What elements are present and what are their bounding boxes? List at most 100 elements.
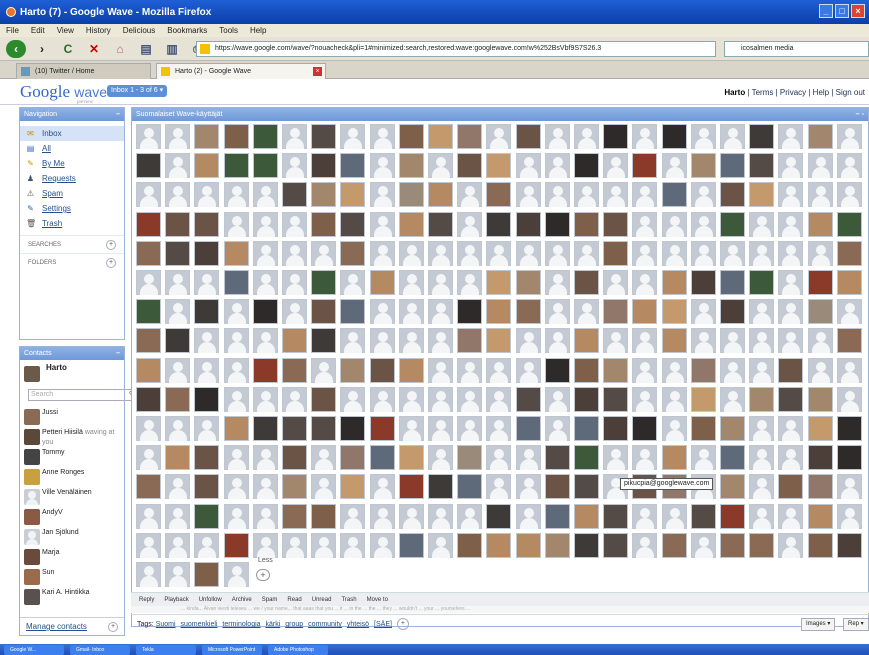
participant-avatar[interactable] <box>778 358 803 383</box>
reply-button[interactable]: Reply <box>139 593 154 606</box>
participant-avatar[interactable] <box>486 533 511 558</box>
participant-avatar[interactable] <box>253 270 278 295</box>
participant-avatar[interactable] <box>282 241 307 266</box>
participant-avatar[interactable] <box>136 474 161 499</box>
participant-avatar[interactable] <box>224 358 249 383</box>
account-links[interactable]: | Terms | Privacy | Help | Sign out <box>747 88 865 97</box>
participant-avatar[interactable] <box>837 241 862 266</box>
participant-avatar[interactable] <box>516 504 541 529</box>
nav-item-requests[interactable]: ♟ Requests <box>20 171 124 186</box>
participant-avatar[interactable] <box>486 504 511 529</box>
participant-avatar[interactable] <box>457 124 482 149</box>
participant-avatar[interactable] <box>224 153 249 178</box>
participant-avatar[interactable] <box>808 533 833 558</box>
participant-avatar[interactable] <box>311 270 336 295</box>
participant-avatar[interactable] <box>778 474 803 499</box>
participant-avatar[interactable] <box>778 212 803 237</box>
participant-avatar[interactable] <box>311 299 336 324</box>
participant-avatar[interactable] <box>545 241 570 266</box>
tag-link[interactable]: yhteisö <box>347 621 369 628</box>
participant-avatar[interactable] <box>428 182 453 207</box>
participant-avatar[interactable] <box>837 153 862 178</box>
participant-avatar[interactable] <box>837 299 862 324</box>
participant-avatar[interactable] <box>691 358 716 383</box>
participant-avatar[interactable] <box>399 182 424 207</box>
contact-item[interactable]: Ville Venäläinen <box>20 487 124 507</box>
inbox-count-pill[interactable]: Inbox 1 - 3 of 6 ▾ <box>107 85 168 97</box>
participant-avatar[interactable] <box>253 416 278 441</box>
participant-avatar[interactable] <box>165 241 190 266</box>
participant-avatar[interactable] <box>603 328 628 353</box>
participant-avatar[interactable] <box>720 358 745 383</box>
participant-avatar[interactable] <box>574 299 599 324</box>
participant-avatar[interactable] <box>662 153 687 178</box>
contact-item[interactable]: Kari A. Hintikka <box>20 587 124 607</box>
participant-avatar[interactable] <box>808 328 833 353</box>
participant-avatar[interactable] <box>837 474 862 499</box>
participant-avatar[interactable] <box>720 182 745 207</box>
participant-avatar[interactable] <box>720 299 745 324</box>
participant-avatar[interactable] <box>545 416 570 441</box>
participant-avatar[interactable] <box>778 504 803 529</box>
participant-avatar[interactable] <box>311 474 336 499</box>
participant-avatar[interactable] <box>720 474 745 499</box>
participant-avatar[interactable] <box>574 533 599 558</box>
minimize-button[interactable]: _ <box>819 4 833 18</box>
participant-avatar[interactable] <box>691 241 716 266</box>
participant-avatar[interactable] <box>720 153 745 178</box>
participant-avatar[interactable] <box>457 358 482 383</box>
participant-avatar[interactable] <box>778 387 803 412</box>
participant-avatar[interactable] <box>457 241 482 266</box>
contact-item[interactable]: Jan Sjölund <box>20 527 124 547</box>
participant-avatar[interactable] <box>516 533 541 558</box>
taskbar-item[interactable]: Microsoft PowerPoint <box>202 645 262 655</box>
participant-avatar[interactable] <box>340 124 365 149</box>
participant-avatar[interactable] <box>282 212 307 237</box>
trash-button[interactable]: Trash <box>341 593 356 606</box>
nav-item-all[interactable]: ▤ All <box>20 141 124 156</box>
participant-avatar[interactable] <box>224 241 249 266</box>
taskbar-item[interactable]: Gmail- Inbox <box>70 645 130 655</box>
participant-avatar[interactable] <box>224 270 249 295</box>
participant-avatar[interactable] <box>486 241 511 266</box>
tag-link[interactable]: terminologia <box>222 621 260 628</box>
participant-avatar[interactable] <box>662 212 687 237</box>
participant-avatar[interactable] <box>224 328 249 353</box>
participant-avatar[interactable] <box>691 504 716 529</box>
participant-avatar[interactable] <box>632 328 657 353</box>
contact-search-input[interactable]: Search ⚲ <box>28 389 138 401</box>
participant-avatar[interactable] <box>486 153 511 178</box>
participant-avatar[interactable] <box>253 533 278 558</box>
participant-avatar[interactable] <box>399 358 424 383</box>
participant-avatar[interactable] <box>720 124 745 149</box>
participant-avatar[interactable] <box>194 445 219 470</box>
participant-avatar[interactable] <box>808 241 833 266</box>
participant-avatar[interactable] <box>399 474 424 499</box>
participant-avatar[interactable] <box>603 241 628 266</box>
participant-avatar[interactable] <box>720 445 745 470</box>
participant-avatar[interactable] <box>340 212 365 237</box>
participant-avatar[interactable] <box>691 270 716 295</box>
participant-avatar[interactable] <box>545 445 570 470</box>
participant-avatar[interactable] <box>749 124 774 149</box>
participant-avatar[interactable] <box>399 124 424 149</box>
participant-avatar[interactable] <box>457 474 482 499</box>
participant-avatar[interactable] <box>194 358 219 383</box>
participant-avatar[interactable] <box>545 474 570 499</box>
add-tag-button[interactable]: + <box>396 618 409 631</box>
participant-avatar[interactable] <box>516 328 541 353</box>
participant-avatar[interactable] <box>837 445 862 470</box>
participant-avatar[interactable] <box>136 270 161 295</box>
participant-avatar[interactable] <box>837 504 862 529</box>
participant-avatar[interactable] <box>194 124 219 149</box>
participant-avatar[interactable] <box>778 182 803 207</box>
participant-avatar[interactable] <box>224 533 249 558</box>
participant-avatar[interactable] <box>340 299 365 324</box>
participant-avatar[interactable] <box>194 212 219 237</box>
participant-avatar[interactable] <box>428 153 453 178</box>
url-bar[interactable]: https://wave.google.com/wave/?nouacheck&… <box>196 41 716 57</box>
participant-avatar[interactable] <box>165 533 190 558</box>
participant-avatar[interactable] <box>457 533 482 558</box>
contact-item[interactable]: AndyV <box>20 507 124 527</box>
participant-avatar[interactable] <box>399 328 424 353</box>
